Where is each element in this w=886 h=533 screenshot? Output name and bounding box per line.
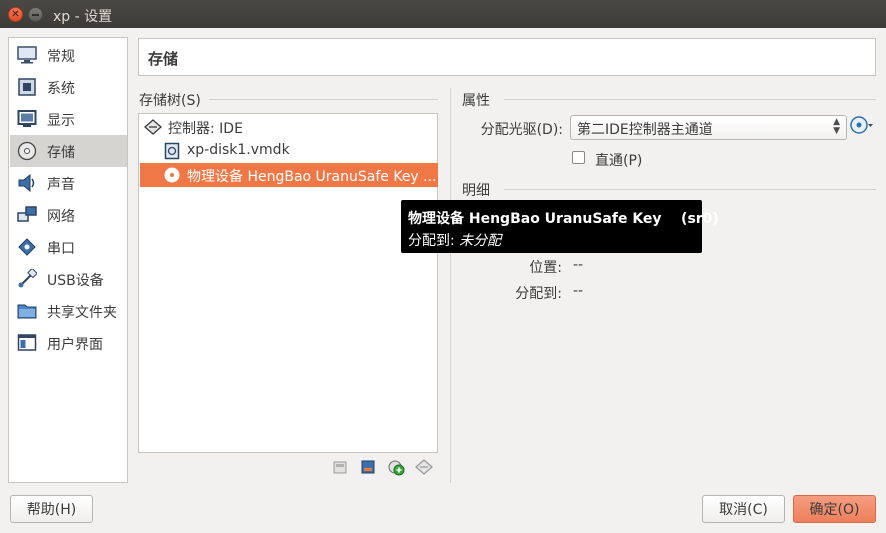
display-monitor-icon [16, 108, 38, 130]
optical-disc-choose-icon [850, 115, 874, 139]
page-title: 存储 [148, 50, 179, 68]
help-button[interactable]: 帮助(H) [10, 495, 93, 523]
device-tooltip: 物理设备 HengBao UranuSafe Key (sr0) 分配到: 未分… [401, 200, 719, 253]
optical-drive-value: 第二IDE控制器主通道 [577, 122, 713, 138]
tooltip-detail-label: 分配到: [408, 233, 460, 249]
tree-row-label: 控制器: IDE [168, 121, 243, 137]
cancel-button[interactable]: 取消(C) [702, 495, 785, 523]
attributes-label: 属性 [462, 93, 490, 109]
minimize-window-button[interactable] [28, 7, 43, 22]
storage-tree[interactable]: 控制器: IDE xp-disk1.vmdk 物理设备 HengBao Uran… [138, 113, 438, 453]
optical-drive-select[interactable]: 第二IDE控制器主通道 ▲ ▼ [570, 115, 847, 140]
user-interface-icon [16, 332, 38, 354]
nav-label: 串口 [47, 241, 75, 257]
page-header: 存储 [138, 38, 876, 76]
nav-item-user-interface[interactable]: 用户界面 [10, 327, 127, 359]
add-attachment-button[interactable] [387, 460, 405, 478]
nav-item-general[interactable]: 常规 [10, 39, 127, 71]
nav-label: 显示 [47, 113, 75, 129]
divider [209, 99, 438, 100]
select-arrows-icon: ▲ ▼ [833, 117, 840, 136]
nav-label: 声音 [47, 177, 75, 193]
close-icon: ✕ [11, 8, 20, 20]
system-chip-icon [16, 76, 38, 98]
location-value: -- [573, 257, 584, 273]
nav-item-usb[interactable]: USB设备 [10, 263, 127, 295]
controller-icon [144, 118, 162, 136]
nav-label: USB设备 [47, 273, 104, 289]
add-hard-disk-icon [360, 459, 376, 479]
close-window-button[interactable]: ✕ [8, 7, 23, 22]
location-label: 位置: [529, 260, 562, 276]
tooltip-title: 物理设备 HengBao UranuSafe Key (sr0) [408, 211, 719, 227]
attached-to-label: 分配到: [515, 286, 562, 302]
attached-to-value: -- [573, 283, 584, 299]
hard-disk-icon [163, 142, 181, 160]
nav-label: 系统 [47, 81, 75, 97]
nav-label: 共享文件夹 [47, 305, 117, 321]
general-icon [16, 44, 38, 66]
storage-disc-icon [16, 140, 38, 162]
remove-controller-button[interactable] [331, 460, 349, 478]
storage-tree-label: 存储树(S) [139, 93, 201, 109]
remove-attachment-icon [415, 459, 433, 479]
settings-nav: 常规 系统 显示 存储 声音 网络 串口 USB设备 共享文件夹 用户界面 [8, 37, 128, 483]
passthrough-checkbox[interactable] [572, 151, 585, 164]
shared-folder-icon [16, 300, 38, 322]
optical-drive-label: 分配光驱(D): [480, 122, 563, 138]
usb-icon [16, 268, 38, 290]
remove-attachment-button[interactable] [415, 459, 433, 479]
nav-label: 网络 [47, 209, 75, 225]
divider [504, 189, 876, 190]
tree-row-label: xp-disk1.vmdk [187, 142, 290, 158]
tooltip-detail-value: 未分配 [459, 233, 502, 249]
choose-disk-button[interactable] [850, 116, 874, 138]
add-hard-disk-button[interactable] [359, 460, 377, 478]
optical-disc-icon [163, 166, 181, 184]
nav-label: 用户界面 [47, 337, 103, 353]
tree-row-controller-ide[interactable]: 控制器: IDE [140, 115, 438, 139]
nav-label: 常规 [47, 49, 75, 65]
window-title: xp - 设置 [53, 9, 113, 25]
divider [504, 99, 876, 100]
network-icon [16, 204, 38, 226]
pane-divider [450, 88, 451, 483]
tree-row-label: 物理设备 HengBao UranuSafe Key ... [187, 169, 437, 185]
nav-item-system[interactable]: 系统 [10, 71, 127, 103]
tree-row-optical-device[interactable]: 物理设备 HengBao UranuSafe Key ... [140, 163, 438, 187]
nav-item-display[interactable]: 显示 [10, 103, 127, 135]
nav-item-network[interactable]: 网络 [10, 199, 127, 231]
remove-controller-icon [332, 459, 348, 479]
tree-row-hard-disk[interactable]: xp-disk1.vmdk [140, 139, 438, 163]
nav-label: 存储 [47, 145, 75, 161]
details-label: 明细 [462, 183, 490, 199]
nav-item-shared-folders[interactable]: 共享文件夹 [10, 295, 127, 327]
nav-item-serial-port[interactable]: 串口 [10, 231, 127, 263]
title-bar: ✕ xp - 设置 [0, 0, 886, 28]
passthrough-label: 直通(P) [595, 153, 643, 169]
nav-item-audio[interactable]: 声音 [10, 167, 127, 199]
serial-port-icon [16, 236, 38, 258]
tooltip-detail: 分配到: 未分配 [408, 230, 501, 250]
speaker-icon [16, 172, 38, 194]
ok-button[interactable]: 确定(O) [793, 495, 876, 523]
add-attachment-icon [387, 458, 405, 480]
nav-item-storage[interactable]: 存储 [10, 135, 127, 167]
